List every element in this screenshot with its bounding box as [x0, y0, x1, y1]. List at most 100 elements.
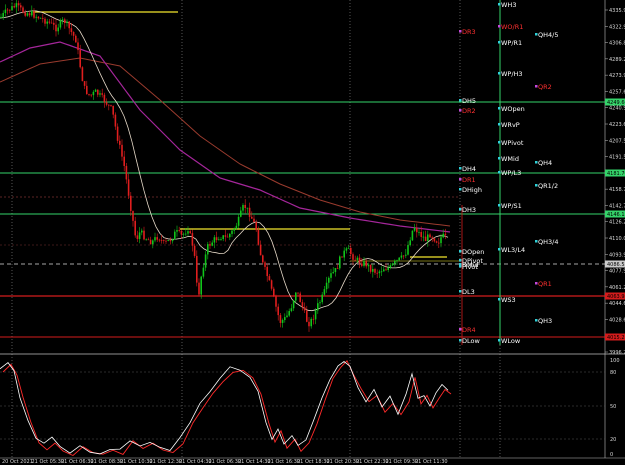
level-label: WS3	[501, 296, 516, 304]
candle-body	[237, 216, 240, 226]
pivot-level: WH3	[498, 1, 516, 9]
candle-body	[143, 230, 145, 240]
candle-body	[114, 114, 117, 127]
candle-body	[130, 195, 132, 211]
candle-body	[75, 35, 77, 43]
candle-body	[398, 257, 400, 261]
candle-body	[182, 233, 185, 235]
candle-body	[352, 254, 354, 260]
candle-body	[24, 12, 26, 16]
candle-body	[4, 9, 7, 14]
candle-body	[325, 282, 328, 290]
candle-body	[46, 21, 48, 24]
candle-body	[402, 255, 405, 257]
candle-body	[314, 310, 317, 320]
time-label: 21 Oct 11:30	[415, 459, 448, 465]
candle-body	[273, 288, 275, 297]
price-tick-label: 4322.90	[609, 24, 625, 30]
candle-body	[174, 231, 176, 240]
level-label: DR2	[462, 107, 476, 115]
candle-body	[431, 237, 433, 239]
candle-body	[299, 293, 301, 303]
candle-body	[196, 255, 198, 283]
time-label: 21 Oct 12:30	[150, 459, 183, 465]
level-label: DHigh	[462, 186, 482, 194]
pivot-level: DH5	[459, 97, 476, 105]
candle-body	[303, 307, 306, 311]
candle-body	[400, 255, 403, 258]
price-tag-label: 4249.60	[607, 100, 625, 106]
candle-body	[376, 272, 378, 274]
price-tag: 4249.60	[605, 98, 625, 106]
candle-body	[92, 91, 95, 96]
candle-body	[407, 245, 409, 255]
level-label: Pivot	[462, 263, 478, 271]
level-label: WRvP	[501, 121, 520, 129]
candle-body	[383, 269, 385, 272]
candle-body	[435, 241, 438, 243]
candle-body	[0, 16, 2, 18]
candle-body	[86, 85, 88, 95]
price-tag: 4146.15	[605, 210, 625, 218]
time-label: 21 Oct 16:30	[268, 459, 301, 465]
candle-body	[336, 268, 339, 269]
candle-body	[251, 216, 253, 219]
candle-body	[332, 272, 334, 274]
price-tick-label: 4158.70	[609, 187, 625, 193]
candle-body	[233, 228, 235, 231]
price-tick-label: 4191.55	[609, 155, 625, 161]
trading-chart[interactable]: DR3DH5DR2DH4DR1DHighDH3DOpenDPivotDMidDL…	[0, 0, 625, 465]
candle-body	[391, 263, 394, 266]
price-tag-label: 4063.95	[607, 294, 625, 300]
candle-body	[334, 268, 337, 273]
price-tick-label: 4257.60	[609, 89, 625, 95]
candle-body	[367, 264, 370, 267]
candle-body	[167, 240, 169, 241]
candle-body	[279, 315, 282, 323]
candle-body	[37, 16, 40, 19]
candle-body	[321, 294, 323, 303]
pivot-level: WPivot	[498, 139, 524, 147]
candle-body	[235, 225, 238, 229]
candle-body	[64, 19, 66, 23]
candle-body	[209, 244, 211, 246]
candle-body	[354, 259, 356, 261]
candle-body	[121, 144, 123, 157]
price-tick-label: 4289.20	[609, 57, 625, 63]
level-label: WL3/L4	[501, 246, 525, 254]
osc-tick-label: 80	[610, 370, 616, 376]
candle-body	[257, 230, 260, 245]
candle-body	[218, 239, 220, 241]
level-label: WOpen	[501, 105, 525, 113]
time-label: 21 Oct 05:30	[32, 459, 65, 465]
candle-body	[270, 280, 273, 289]
candle-body	[358, 257, 361, 264]
candle-body	[211, 242, 213, 246]
candle-body	[59, 20, 62, 28]
candle-body	[145, 239, 147, 241]
candle-body	[35, 16, 37, 18]
candle-body	[268, 276, 271, 281]
level-label: WP/L3	[501, 169, 521, 177]
price-tag: 4063.95	[605, 292, 625, 300]
candle-body	[105, 102, 108, 105]
pivot-level: Pivot	[459, 263, 478, 271]
candle-body	[39, 17, 42, 19]
candle-body	[330, 273, 332, 278]
pivot-level: WOpen	[498, 105, 525, 113]
price-tick-label: 4207.55	[609, 138, 625, 144]
candle-body	[2, 13, 4, 17]
price-tag-label: 4015.25	[607, 335, 625, 341]
candle-body	[61, 19, 64, 21]
candle-body	[72, 32, 75, 36]
candle-body	[149, 239, 152, 245]
pivot-level: WP/R1	[498, 39, 522, 47]
candle-body	[253, 218, 255, 223]
candle-body	[427, 234, 429, 242]
price-tick-label: 4110.00	[609, 236, 625, 242]
pivot-level: QH3/4	[535, 238, 558, 246]
candle-body	[394, 260, 396, 264]
price-tick-label: 4093.95	[609, 252, 625, 258]
candle-body	[165, 240, 167, 242]
candle-body	[31, 11, 33, 16]
